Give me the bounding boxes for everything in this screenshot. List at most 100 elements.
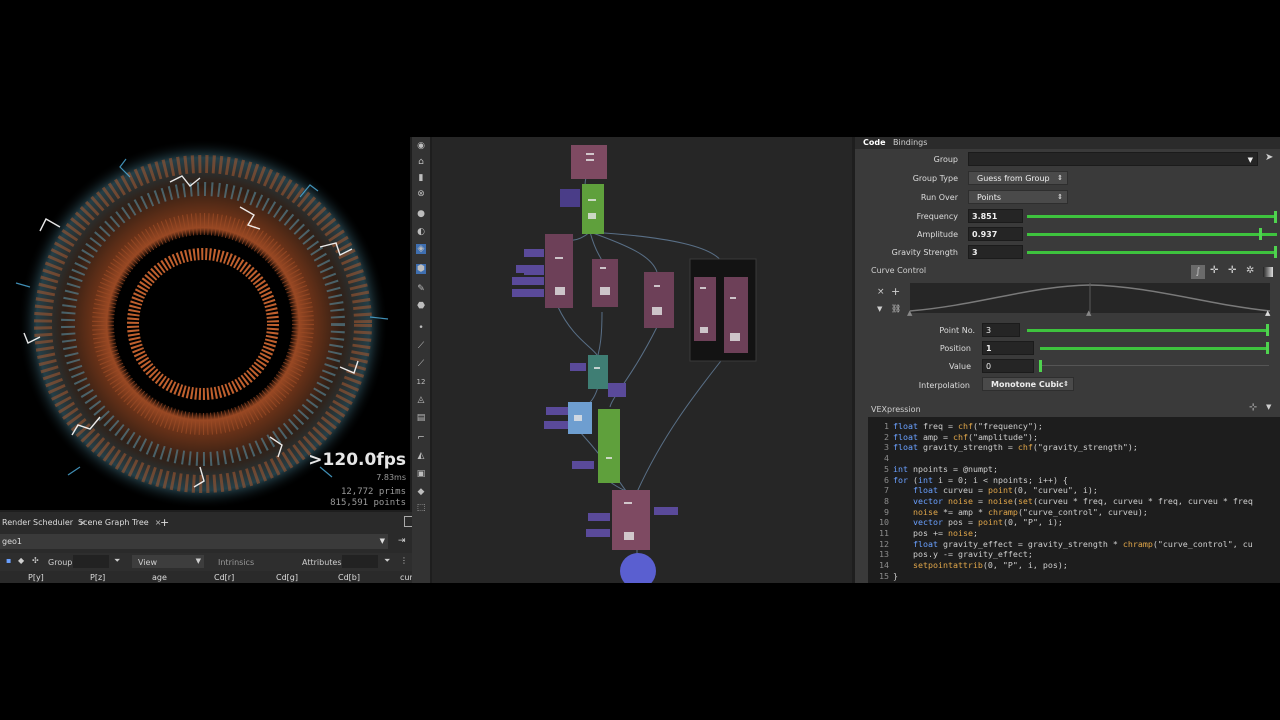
tab-render-scheduler[interactable]: Render Scheduler × bbox=[0, 515, 86, 531]
point-icon[interactable]: • bbox=[416, 323, 426, 333]
chevron-down-icon[interactable]: ▼ bbox=[1248, 153, 1253, 167]
grid-icon[interactable]: ◆ bbox=[416, 487, 426, 497]
code-line[interactable]: 3 float gravity_strength = chf("gravity_s… bbox=[868, 442, 1138, 453]
brush-icon[interactable]: ⬣ bbox=[416, 301, 426, 311]
corner-icon[interactable]: ⌐ bbox=[416, 433, 426, 443]
code-line[interactable]: 11 pos += noise; bbox=[868, 528, 978, 539]
lock-icon[interactable]: ▮ bbox=[416, 173, 426, 183]
code-line[interactable]: 1 float freq = chf("frequency"); bbox=[868, 421, 1043, 432]
position-slider[interactable] bbox=[1040, 347, 1269, 350]
frequency-field[interactable]: 3.851 bbox=[968, 209, 1023, 223]
value-slider[interactable] bbox=[1040, 365, 1269, 366]
code-line[interactable]: 4 bbox=[868, 453, 893, 464]
options-icon[interactable]: ⋮ bbox=[400, 556, 408, 565]
box-icon[interactable]: ▣ bbox=[416, 469, 426, 479]
column-header[interactable]: P[z] bbox=[90, 573, 105, 582]
amplitude-slider[interactable] bbox=[1027, 233, 1277, 236]
group-type-dropdown[interactable]: Guess from Group ⇕ bbox=[968, 171, 1068, 185]
gradient-icon[interactable] bbox=[1263, 267, 1273, 277]
run-over-dropdown[interactable]: Points ⇕ bbox=[968, 190, 1068, 204]
position-field[interactable]: 1 bbox=[982, 341, 1034, 355]
delete-point-icon[interactable]: × bbox=[877, 287, 885, 297]
chevron-down-icon[interactable]: ▼ bbox=[380, 534, 385, 549]
layers-icon[interactable]: ▤ bbox=[416, 413, 426, 423]
scene-viewport[interactable]: >120.0fps 7.83ms 12,772 prims 815,591 po… bbox=[0, 137, 410, 510]
curve-mode-icon[interactable]: ∫ bbox=[1191, 265, 1205, 279]
point-no-slider[interactable] bbox=[1027, 329, 1269, 332]
code-line[interactable]: 14 setpointattrib(0, "P", i, pos); bbox=[868, 560, 1068, 571]
amplitude-field[interactable]: 0.937 bbox=[968, 227, 1023, 241]
display-icon[interactable]: ⬚ bbox=[416, 503, 426, 513]
droplet-icon[interactable]: ◬ bbox=[416, 395, 426, 405]
arrow-cursor-icon[interactable]: ➤ bbox=[1265, 152, 1273, 163]
code-line[interactable]: 7 float curveu = point(0, "curveu", i); bbox=[868, 485, 1098, 496]
column-header[interactable]: Cd[b] bbox=[338, 573, 360, 582]
code-line[interactable]: 2 float amp = chf("amplitude"); bbox=[868, 432, 1038, 443]
paint-icon[interactable]: ✎ bbox=[416, 284, 426, 294]
intrinsics-dropdown[interactable]: Intrinsics bbox=[218, 558, 254, 567]
vertices-mode-icon[interactable]: ✣ bbox=[32, 556, 39, 565]
grid-size-icon[interactable]: 12 bbox=[416, 377, 426, 387]
camera-icon[interactable]: ⌂ bbox=[416, 157, 426, 167]
chevron-down-icon[interactable]: ▼ bbox=[877, 305, 882, 313]
light-icon[interactable]: ◐ bbox=[416, 227, 426, 237]
column-header[interactable]: age bbox=[152, 573, 167, 582]
wand-icon[interactable]: ⟋ bbox=[416, 359, 426, 369]
tab-scene-graph-tree[interactable]: Scene Graph Tree × bbox=[76, 515, 161, 531]
point-no-slider-handle[interactable] bbox=[1266, 324, 1269, 336]
point-no-field[interactable]: 3 bbox=[982, 323, 1020, 337]
gravity-strength-slider[interactable] bbox=[1027, 251, 1277, 254]
vex-code-editor[interactable]: 1 float freq = chf("frequency"); 2 float am… bbox=[868, 417, 1280, 583]
transform-icon[interactable]: ⬢ bbox=[416, 264, 426, 274]
code-line[interactable]: 13 pos.y -= gravity_effect; bbox=[868, 549, 1033, 560]
position-slider-handle[interactable] bbox=[1266, 342, 1269, 354]
add-point-icon[interactable]: ✛ bbox=[1210, 265, 1218, 276]
gear-icon[interactable]: ✲ bbox=[1246, 265, 1254, 276]
snap-icon[interactable]: ⊗ bbox=[416, 189, 426, 199]
points-mode-icon[interactable]: ▪ bbox=[6, 556, 11, 565]
triangle-icon[interactable]: ◭ bbox=[416, 451, 426, 461]
tab-bindings[interactable]: Bindings bbox=[893, 137, 927, 149]
edge-icon[interactable]: ⟋ bbox=[416, 341, 426, 351]
amplitude-slider-handle[interactable] bbox=[1259, 228, 1262, 240]
value-slider-handle[interactable] bbox=[1039, 360, 1042, 372]
frequency-slider-handle[interactable] bbox=[1274, 211, 1277, 223]
code-line[interactable]: 10 vector pos = point(0, "P", i); bbox=[868, 517, 1063, 528]
view-dropdown[interactable]: View ▼ bbox=[132, 555, 204, 568]
code-line[interactable]: 9 noise *= amp * chramp("curve_control",… bbox=[868, 507, 1148, 518]
gravity-strength-slider-handle[interactable] bbox=[1274, 246, 1277, 258]
tab-code[interactable]: Code bbox=[863, 137, 886, 149]
ramp-key-handle[interactable]: ▲ bbox=[907, 309, 912, 317]
select-icon[interactable]: ◈ bbox=[416, 244, 426, 254]
column-header[interactable]: Cd[g] bbox=[276, 573, 298, 582]
ramp-key-handle-selected[interactable]: ▲ bbox=[1265, 309, 1270, 317]
filter-icon[interactable]: ⏷ bbox=[114, 556, 120, 566]
add-point-button[interactable]: + bbox=[891, 285, 900, 298]
move-point-icon[interactable]: ✛ bbox=[1228, 265, 1236, 276]
primitives-mode-icon[interactable]: ◆ bbox=[18, 556, 24, 565]
code-line[interactable]: 5 int npoints = @numpt; bbox=[868, 464, 998, 475]
code-line[interactable]: 8 vector noise = noise(set(curveu * freq… bbox=[868, 496, 1253, 507]
column-header[interactable]: P[y] bbox=[28, 573, 44, 582]
node-path-field[interactable]: geo1 ▼ bbox=[0, 534, 388, 549]
network-editor[interactable] bbox=[432, 137, 852, 583]
code-line[interactable]: 6 for (int i = 0; i < npoints; i++) { bbox=[868, 475, 1068, 486]
view-icon[interactable]: ◉ bbox=[416, 141, 426, 151]
value-field[interactable]: 0 bbox=[982, 359, 1034, 373]
pin-icon[interactable]: ⇥ bbox=[398, 536, 406, 546]
snippet-icon[interactable]: ⊹ bbox=[1249, 402, 1257, 413]
column-header[interactable]: Cd[r] bbox=[214, 573, 234, 582]
code-line[interactable]: 15} bbox=[868, 571, 898, 582]
link-icon[interactable]: ⛓ bbox=[891, 304, 901, 313]
add-tab-button[interactable]: + bbox=[158, 515, 169, 531]
ramp-key-handle[interactable]: ▲ bbox=[1086, 309, 1091, 317]
filter-icon[interactable]: ⏷ bbox=[384, 556, 390, 566]
interpolation-dropdown[interactable]: Monotone Cubic ⇕ bbox=[982, 377, 1074, 391]
group-field[interactable]: ▼ bbox=[968, 152, 1258, 166]
code-line[interactable]: 12 float gravity_effect = gravity_streng… bbox=[868, 539, 1253, 550]
frequency-slider[interactable] bbox=[1027, 215, 1277, 218]
gravity-strength-field[interactable]: 3 bbox=[968, 245, 1023, 259]
attributes-filter-input[interactable] bbox=[342, 555, 378, 568]
group-filter-input[interactable] bbox=[73, 555, 109, 568]
chevron-down-icon[interactable]: ▼ bbox=[1266, 403, 1271, 411]
